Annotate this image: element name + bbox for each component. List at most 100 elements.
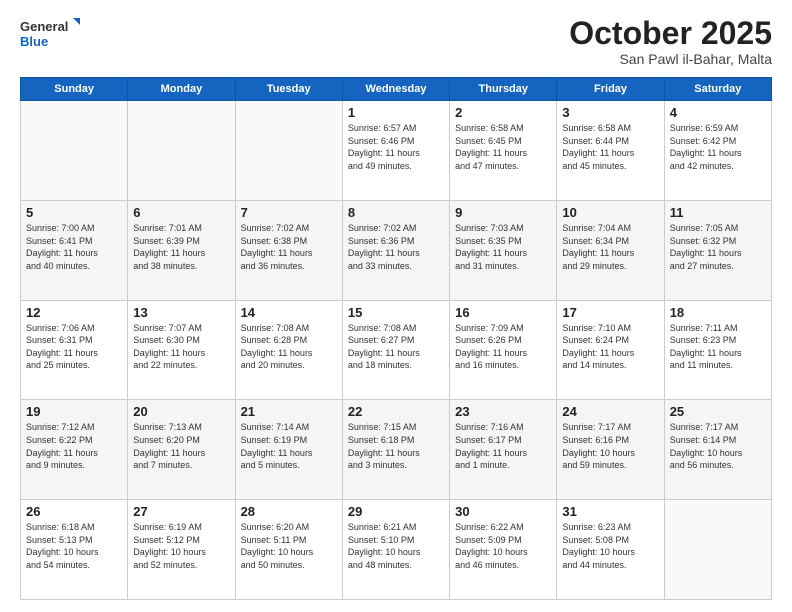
day-info: Sunrise: 7:12 AMSunset: 6:22 PMDaylight:…	[26, 422, 98, 470]
day-info: Sunrise: 6:58 AMSunset: 6:44 PMDaylight:…	[562, 123, 634, 171]
table-row: 30 Sunrise: 6:22 AMSunset: 5:09 PMDayligh…	[450, 500, 557, 600]
table-row: 11 Sunrise: 7:05 AMSunset: 6:32 PMDayligh…	[664, 200, 771, 300]
svg-text:General: General	[20, 19, 68, 34]
table-row: 9 Sunrise: 7:03 AMSunset: 6:35 PMDaylight…	[450, 200, 557, 300]
day-info: Sunrise: 6:22 AMSunset: 5:09 PMDaylight:…	[455, 522, 528, 570]
table-row: 28 Sunrise: 6:20 AMSunset: 5:11 PMDayligh…	[235, 500, 342, 600]
day-info: Sunrise: 7:01 AMSunset: 6:39 PMDaylight:…	[133, 223, 205, 271]
day-info: Sunrise: 7:13 AMSunset: 6:20 PMDaylight:…	[133, 422, 205, 470]
header-sunday: Sunday	[21, 78, 128, 101]
calendar-week-row: 1Sunrise: 6:57 AMSunset: 6:46 PMDaylight…	[21, 101, 772, 201]
day-number: 15	[348, 305, 444, 320]
day-number: 9	[455, 205, 551, 220]
day-number: 30	[455, 504, 551, 519]
table-row	[235, 101, 342, 201]
day-info: Sunrise: 6:19 AMSunset: 5:12 PMDaylight:…	[133, 522, 206, 570]
header-friday: Friday	[557, 78, 664, 101]
day-info: Sunrise: 7:05 AMSunset: 6:32 PMDaylight:…	[670, 223, 742, 271]
day-info: Sunrise: 7:07 AMSunset: 6:30 PMDaylight:…	[133, 323, 205, 371]
calendar-week-row: 12 Sunrise: 7:06 AMSunset: 6:31 PMDayligh…	[21, 300, 772, 400]
table-row: 4 Sunrise: 6:59 AMSunset: 6:42 PMDaylight…	[664, 101, 771, 201]
day-number: 10	[562, 205, 658, 220]
table-row	[21, 101, 128, 201]
day-info: Sunrise: 6:23 AMSunset: 5:08 PMDaylight:…	[562, 522, 635, 570]
day-number: 8	[348, 205, 444, 220]
header-saturday: Saturday	[664, 78, 771, 101]
table-row: 5 Sunrise: 7:00 AMSunset: 6:41 PMDaylight…	[21, 200, 128, 300]
table-row: 10 Sunrise: 7:04 AMSunset: 6:34 PMDayligh…	[557, 200, 664, 300]
day-info: Sunrise: 6:20 AMSunset: 5:11 PMDaylight:…	[241, 522, 314, 570]
day-number: 12	[26, 305, 122, 320]
table-row: 20 Sunrise: 7:13 AMSunset: 6:20 PMDayligh…	[128, 400, 235, 500]
table-row	[664, 500, 771, 600]
table-row: 26 Sunrise: 6:18 AMSunset: 5:13 PMDayligh…	[21, 500, 128, 600]
day-number: 6	[133, 205, 229, 220]
table-row: 17 Sunrise: 7:10 AMSunset: 6:24 PMDayligh…	[557, 300, 664, 400]
table-row: 14 Sunrise: 7:08 AMSunset: 6:28 PMDayligh…	[235, 300, 342, 400]
day-info: Sunrise: 7:08 AMSunset: 6:28 PMDaylight:…	[241, 323, 313, 371]
table-row	[128, 101, 235, 201]
table-row: 3 Sunrise: 6:58 AMSunset: 6:44 PMDaylight…	[557, 101, 664, 201]
table-row: 7 Sunrise: 7:02 AMSunset: 6:38 PMDaylight…	[235, 200, 342, 300]
header-thursday: Thursday	[450, 78, 557, 101]
logo: General Blue	[20, 16, 80, 52]
table-row: 12 Sunrise: 7:06 AMSunset: 6:31 PMDayligh…	[21, 300, 128, 400]
table-row: 29 Sunrise: 6:21 AMSunset: 5:10 PMDayligh…	[342, 500, 449, 600]
day-number: 27	[133, 504, 229, 519]
header-monday: Monday	[128, 78, 235, 101]
day-number: 4	[670, 105, 766, 120]
calendar-header-row: Sunday Monday Tuesday Wednesday Thursday…	[21, 78, 772, 101]
day-info: Sunrise: 7:14 AMSunset: 6:19 PMDaylight:…	[241, 422, 313, 470]
day-number: 23	[455, 404, 551, 419]
table-row: 1Sunrise: 6:57 AMSunset: 6:46 PMDaylight…	[342, 101, 449, 201]
table-row: 24Sunrise: 7:17 AMSunset: 6:16 PMDayligh…	[557, 400, 664, 500]
day-info: Sunrise: 7:03 AMSunset: 6:35 PMDaylight:…	[455, 223, 527, 271]
day-number: 18	[670, 305, 766, 320]
calendar-week-row: 26 Sunrise: 6:18 AMSunset: 5:13 PMDayligh…	[21, 500, 772, 600]
table-row: 6 Sunrise: 7:01 AMSunset: 6:39 PMDaylight…	[128, 200, 235, 300]
day-info: Sunrise: 7:06 AMSunset: 6:31 PMDaylight:…	[26, 323, 98, 371]
table-row: 25 Sunrise: 7:17 AMSunset: 6:14 PMDayligh…	[664, 400, 771, 500]
title-block: October 2025 San Pawl il-Bahar, Malta	[569, 16, 772, 67]
day-info: Sunrise: 7:02 AMSunset: 6:36 PMDaylight:…	[348, 223, 420, 271]
day-info: Sunrise: 7:02 AMSunset: 6:38 PMDaylight:…	[241, 223, 313, 271]
table-row: 15Sunrise: 7:08 AMSunset: 6:27 PMDayligh…	[342, 300, 449, 400]
table-row: 18Sunrise: 7:11 AMSunset: 6:23 PMDayligh…	[664, 300, 771, 400]
day-info: Sunrise: 7:00 AMSunset: 6:41 PMDaylight:…	[26, 223, 98, 271]
day-info: Sunrise: 7:09 AMSunset: 6:26 PMDaylight:…	[455, 323, 527, 371]
day-number: 29	[348, 504, 444, 519]
day-info: Sunrise: 7:04 AMSunset: 6:34 PMDaylight:…	[562, 223, 634, 271]
day-number: 17	[562, 305, 658, 320]
day-number: 3	[562, 105, 658, 120]
calendar-week-row: 19 Sunrise: 7:12 AMSunset: 6:22 PMDayligh…	[21, 400, 772, 500]
day-number: 20	[133, 404, 229, 419]
table-row: 27 Sunrise: 6:19 AMSunset: 5:12 PMDayligh…	[128, 500, 235, 600]
day-number: 28	[241, 504, 337, 519]
day-info: Sunrise: 7:16 AMSunset: 6:17 PMDaylight:…	[455, 422, 527, 470]
day-info: Sunrise: 6:59 AMSunset: 6:42 PMDaylight:…	[670, 123, 742, 171]
day-info: Sunrise: 6:18 AMSunset: 5:13 PMDaylight:…	[26, 522, 99, 570]
table-row: 21Sunrise: 7:14 AMSunset: 6:19 PMDayligh…	[235, 400, 342, 500]
calendar-week-row: 5 Sunrise: 7:00 AMSunset: 6:41 PMDaylight…	[21, 200, 772, 300]
svg-text:Blue: Blue	[20, 34, 48, 49]
day-number: 1	[348, 105, 444, 120]
day-info: Sunrise: 7:17 AMSunset: 6:14 PMDaylight:…	[670, 422, 743, 470]
table-row: 2Sunrise: 6:58 AMSunset: 6:45 PMDaylight…	[450, 101, 557, 201]
day-number: 19	[26, 404, 122, 419]
calendar-location: San Pawl il-Bahar, Malta	[569, 51, 772, 67]
day-number: 26	[26, 504, 122, 519]
page: General Blue October 2025 San Pawl il-Ba…	[0, 0, 792, 612]
table-row: 31Sunrise: 6:23 AMSunset: 5:08 PMDayligh…	[557, 500, 664, 600]
day-number: 5	[26, 205, 122, 220]
table-row: 23 Sunrise: 7:16 AMSunset: 6:17 PMDayligh…	[450, 400, 557, 500]
day-number: 14	[241, 305, 337, 320]
day-number: 11	[670, 205, 766, 220]
header: General Blue October 2025 San Pawl il-Ba…	[20, 16, 772, 67]
day-number: 7	[241, 205, 337, 220]
calendar-title: October 2025	[569, 16, 772, 51]
day-info: Sunrise: 6:21 AMSunset: 5:10 PMDaylight:…	[348, 522, 421, 570]
day-number: 25	[670, 404, 766, 419]
calendar-body: 1Sunrise: 6:57 AMSunset: 6:46 PMDaylight…	[21, 101, 772, 600]
day-info: Sunrise: 7:10 AMSunset: 6:24 PMDaylight:…	[562, 323, 634, 371]
header-tuesday: Tuesday	[235, 78, 342, 101]
